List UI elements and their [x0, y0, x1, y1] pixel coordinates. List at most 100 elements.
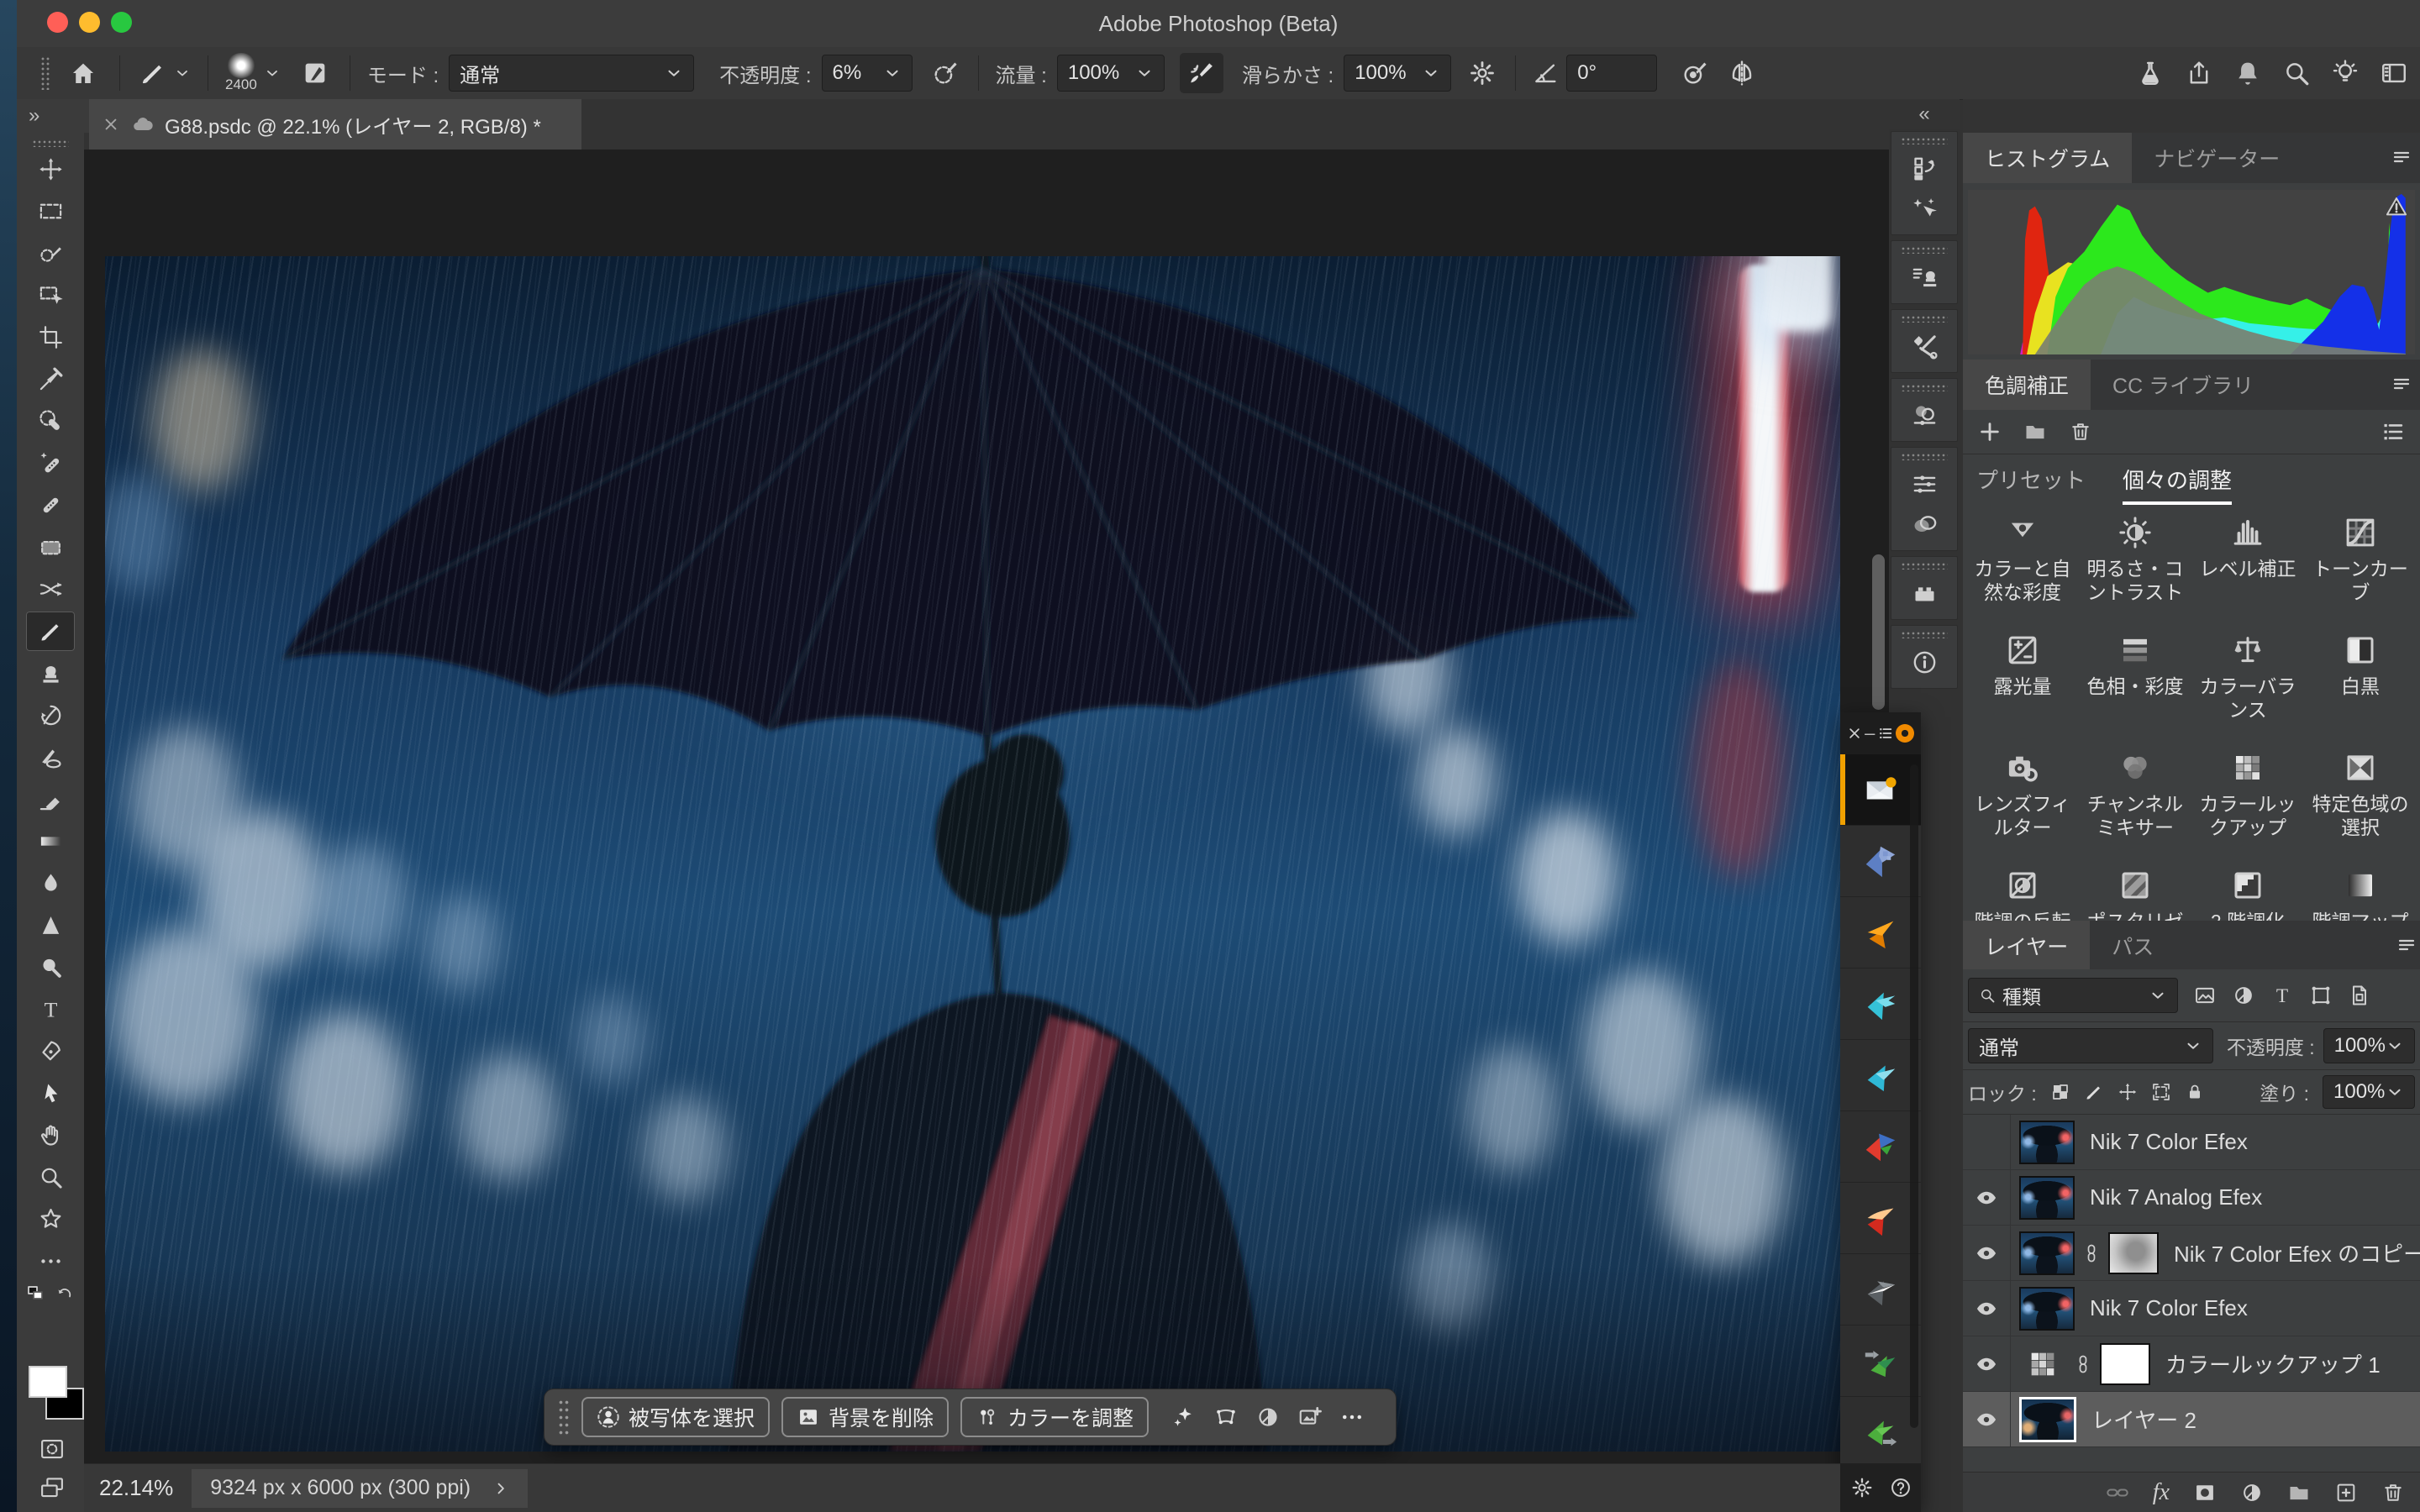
nik-hdr-efex[interactable] [1840, 1183, 1921, 1254]
tool-mixer-brush[interactable] [26, 738, 75, 777]
minimize-icon[interactable]: – [1865, 722, 1875, 744]
layer-name[interactable]: Nik 7 Color Efex [2090, 1295, 2248, 1321]
canvas-image[interactable] [105, 256, 1840, 1452]
foreground-color-swatch[interactable] [29, 1366, 67, 1398]
tool-healing-brush[interactable] [26, 486, 75, 525]
tool-hand[interactable] [26, 1116, 75, 1155]
layer-filter-search[interactable]: 種類 [1968, 978, 2178, 1013]
filter-type-icon[interactable]: T [2270, 984, 2294, 1007]
adjustment-3[interactable]: トーンカーブ [2304, 515, 2417, 604]
adjustment-11[interactable]: 特定色域の選択 [2304, 750, 2417, 839]
link-layers-icon[interactable] [2106, 1481, 2129, 1504]
tool-eraser[interactable] [26, 780, 75, 819]
workspace-icon[interactable] [2380, 59, 2408, 87]
pressure-opacity-icon[interactable] [931, 59, 960, 87]
tool-sharpen[interactable] [26, 906, 75, 945]
layer-visibility-toggle[interactable] [1963, 1336, 2011, 1391]
adjustment-9[interactable]: チャンネルミキサー [2079, 750, 2191, 839]
tool-shape-star[interactable] [26, 1200, 75, 1239]
adjustment-0[interactable]: カラーと自然な彩度 [1966, 515, 2079, 604]
layer-thumbnail[interactable] [2019, 1176, 2075, 1220]
document-tab[interactable]: G88.psdc @ 22.1% (レイヤー 2, RGB/8) * [89, 99, 581, 150]
dock-grip[interactable] [1901, 562, 1948, 570]
quick-mask-button[interactable] [35, 1436, 72, 1463]
tool-eyedropper[interactable] [26, 360, 75, 399]
opacity-select[interactable]: 6% [822, 55, 913, 92]
layer-visibility-toggle[interactable] [1963, 1170, 2011, 1225]
dock-channels-button[interactable] [1905, 505, 1944, 543]
nik-dfine[interactable] [1840, 1040, 1921, 1111]
taskbar-grip[interactable] [558, 1399, 570, 1436]
angle-input[interactable]: 0° [1566, 55, 1657, 92]
tab-paths[interactable]: パス [2090, 921, 2175, 971]
layer-visibility-toggle[interactable] [1963, 1115, 2011, 1169]
tab-layers[interactable]: レイヤー [1963, 921, 2090, 971]
settings-list-icon[interactable] [1878, 726, 1893, 741]
dock-grip[interactable] [1901, 246, 1948, 254]
panel-menu-icon[interactable] [2391, 148, 2412, 168]
taskbar-button-0[interactable]: 被写体を選択 [581, 1397, 770, 1437]
layer-visibility-toggle[interactable] [1963, 1281, 2011, 1336]
layer-thumbnail[interactable] [2019, 1287, 2075, 1331]
list-view-icon[interactable] [2381, 420, 2405, 444]
layer-name[interactable]: Nik 7 Color Efex のコピー [2174, 1237, 2420, 1268]
tab-histogram[interactable]: ヒストグラム [1963, 133, 2132, 183]
lock-all-icon[interactable] [2185, 1082, 2205, 1102]
layer-row-2[interactable]: Nik 7 Color Efex のコピー [1963, 1226, 2420, 1281]
adjustment-5[interactable]: 色相・彩度 [2079, 633, 2191, 722]
dock-collapse-button[interactable]: « [1889, 99, 1960, 129]
lock-paint-icon[interactable] [2084, 1082, 2104, 1102]
layer-visibility-toggle[interactable] [1963, 1226, 2011, 1280]
layer-row-5[interactable]: レイヤー 2 [1963, 1392, 2420, 1447]
flow-select[interactable]: 100% [1057, 55, 1165, 92]
tool-content-aware-move[interactable] [26, 570, 75, 609]
nik-color-efex[interactable] [1840, 897, 1921, 969]
mode-select[interactable]: 通常 [449, 55, 694, 92]
layer-row-1[interactable]: Nik 7 Analog Efex [1963, 1170, 2420, 1226]
dock-clone-button[interactable] [1905, 258, 1944, 297]
tool-edit-toolbar[interactable] [26, 1242, 75, 1281]
nik-sharpener-output[interactable] [1840, 1397, 1921, 1468]
tool-spot-healing[interactable] [26, 444, 75, 483]
adjustment-6[interactable]: カラーバランス [2191, 633, 2304, 722]
adjustment-7[interactable]: 白黒 [2304, 633, 2417, 722]
layer-style-fx-icon[interactable]: fx [2153, 1479, 2170, 1506]
dock-ai-button[interactable] [1905, 189, 1944, 228]
lock-artboard-icon[interactable] [2151, 1082, 2171, 1102]
dock-grip[interactable] [1901, 137, 1948, 144]
filter-adjustment-icon[interactable] [2232, 984, 2255, 1007]
nik-viveza[interactable] [1840, 1111, 1921, 1183]
tool-pen[interactable] [26, 1032, 75, 1071]
tab-navigator[interactable]: ナビゲーター [2132, 133, 2302, 183]
swap-colors-icon[interactable] [55, 1284, 75, 1305]
filter-image-icon[interactable] [2193, 984, 2217, 1007]
tab-individual-adjust[interactable]: 個々の調整 [2123, 464, 2232, 505]
default-colors-icon[interactable] [26, 1284, 46, 1305]
panel-menu-icon[interactable] [2396, 936, 2417, 956]
dock-grip[interactable] [1901, 631, 1948, 638]
dock-info-button[interactable] [1905, 643, 1944, 681]
nik-presets-blue[interactable] [1840, 826, 1921, 897]
nik-analog-efex[interactable] [1840, 969, 1921, 1040]
tool-gradient[interactable] [26, 822, 75, 861]
tool-remove[interactable] [26, 402, 75, 441]
beta-beaker-icon[interactable] [2136, 59, 2165, 87]
layer-row-4[interactable]: カラールックアップ 1 [1963, 1336, 2420, 1392]
layer-name[interactable]: Nik 7 Analog Efex [2090, 1184, 2262, 1210]
nik-palette-titlebar[interactable]: – [1840, 712, 1921, 754]
new-group-icon[interactable] [2287, 1481, 2311, 1504]
tool-type[interactable]: T [26, 990, 75, 1029]
brush-preset-picker[interactable]: 2400 [225, 53, 257, 93]
tool-zoom[interactable] [26, 1158, 75, 1197]
tab-presets[interactable]: プリセット [1976, 464, 2086, 495]
layer-thumbnail[interactable] [2019, 1121, 2075, 1164]
nik-sharpener-raw[interactable] [1840, 1326, 1921, 1397]
layer-mask-thumbnail[interactable] [2108, 1232, 2159, 1274]
zoom-level[interactable]: 22.14% [99, 1475, 173, 1501]
color-swatches[interactable] [29, 1366, 82, 1421]
nik-scrollbar[interactable] [1910, 764, 1918, 1428]
dock-sliders-button[interactable] [1905, 465, 1944, 503]
toolbar-grip[interactable] [32, 139, 69, 147]
symmetry-icon[interactable] [1728, 59, 1756, 87]
lock-move-icon[interactable] [2118, 1082, 2138, 1102]
